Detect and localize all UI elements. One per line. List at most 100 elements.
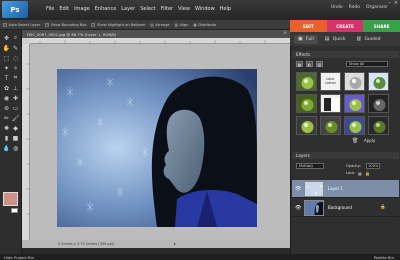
menu-select[interactable]: Select (140, 6, 155, 12)
blend-mode-select[interactable]: Multiply (296, 163, 324, 169)
photo-effects-tab-icon[interactable]: ▧ (316, 61, 323, 67)
effect-thumb[interactable] (368, 116, 389, 135)
effect-thumb-image (349, 77, 362, 89)
clone-stamp-tool-icon[interactable]: ⊛ (2, 104, 11, 112)
undo-button[interactable]: Undo (331, 5, 343, 10)
align-option[interactable]: ▥ Align (175, 23, 189, 27)
red-eye-tool-icon[interactable]: ◉ (2, 94, 11, 102)
shape-tool-icon[interactable]: ■ (11, 134, 20, 142)
lasso-tool-icon[interactable]: ◌ (11, 54, 20, 62)
effect-thumb[interactable] (296, 72, 317, 91)
effect-thumb[interactable] (344, 72, 365, 91)
foreground-color-swatch[interactable] (3, 192, 18, 206)
highlight-option[interactable]: ✓ Show Highlight on Rollover (91, 22, 145, 27)
effect-thumb[interactable] (344, 94, 365, 113)
blur-tool-icon[interactable]: 💧 (2, 144, 11, 152)
quick-edit-button[interactable]: ▤ Quick (321, 35, 350, 44)
eraser-tool-icon[interactable]: ▭ (11, 104, 20, 112)
layers-panel-header[interactable]: Layers (292, 152, 399, 159)
close-document-icon[interactable]: × (283, 31, 287, 36)
straighten-tool-icon[interactable]: ⊥ (11, 84, 20, 92)
apply-button[interactable]: Apply (364, 138, 375, 143)
layer-styles-tab-icon[interactable]: ◐ (306, 61, 313, 67)
paint-bucket-tool-icon[interactable]: ◆ (11, 124, 20, 132)
effect-thumb-color-cotton[interactable]: color cotton (320, 72, 341, 91)
minimize-icon[interactable]: – (388, 0, 391, 6)
visibility-eye-icon[interactable]: 👁 (295, 205, 301, 211)
background-color-swatch[interactable] (11, 208, 18, 213)
document-title: DSC_0067_0001.jpg @ 66.7% (Layer 1, RGB/… (27, 31, 117, 37)
effect-thumb-image (325, 121, 338, 133)
magic-wand-tool-icon[interactable]: ✦ (2, 64, 11, 72)
status-menu-arrow-icon[interactable]: ▸ (174, 241, 176, 246)
zoom-tool-icon[interactable]: ⌕ (11, 34, 20, 42)
eyedropper-tool-icon[interactable]: ✎ (11, 44, 20, 52)
quick-edit-icon: ▤ (324, 35, 330, 42)
menu-help[interactable]: Help (220, 6, 231, 12)
hide-project-bin-button[interactable]: Hide Project Bin (4, 255, 34, 260)
tab-edit[interactable]: EDIT (290, 20, 327, 32)
tab-create[interactable]: CREATE (326, 20, 364, 32)
menu-window[interactable]: Window (195, 6, 215, 12)
move-tool-icon[interactable]: ✥ (2, 34, 11, 42)
hand-tool-icon[interactable]: ✋ (2, 44, 11, 52)
auto-select-checkbox[interactable]: ✓ (3, 22, 7, 27)
bounding-box-checkbox[interactable]: ✓ (45, 22, 50, 27)
bounding-box-option[interactable]: ✓ Show Bounding Box (45, 22, 86, 27)
trash-icon[interactable]: 🗑 (352, 138, 358, 144)
highlight-checkbox[interactable]: ✓ (91, 22, 96, 27)
guided-edit-button[interactable]: ▥ Guided (352, 35, 384, 44)
effect-thumb[interactable] (296, 94, 317, 113)
organizer-button[interactable]: Organizer (366, 5, 388, 10)
effect-thumb[interactable] (320, 116, 341, 135)
effect-thumb[interactable] (368, 94, 389, 113)
selection-brush-tool-icon[interactable]: ✧ (11, 64, 20, 72)
palette-bin-button[interactable]: Palette Bin (374, 255, 394, 260)
menu-filter[interactable]: Filter (161, 6, 173, 12)
full-edit-label: Full (306, 36, 314, 42)
tab-share[interactable]: SHARE (363, 20, 400, 32)
cookie-cutter-tool-icon[interactable]: ✿ (2, 84, 11, 92)
menu-file[interactable]: File (46, 6, 54, 12)
visibility-eye-icon[interactable]: 👁 (295, 186, 301, 192)
opacity-label: Opacity: (346, 164, 361, 168)
menu-enhance[interactable]: Enhance (95, 6, 117, 12)
document-tab[interactable]: DSC_0067_0001.jpg @ 66.7% (Layer 1, RGB/… (22, 30, 290, 38)
sponge-tool-icon[interactable]: ◍ (11, 144, 20, 152)
arrange-icon: ▤ (150, 22, 154, 27)
spot-healing-tool-icon[interactable]: ✚ (11, 94, 20, 102)
redo-button[interactable]: Redo (349, 5, 360, 10)
lock-all-icon[interactable]: 🔒 (365, 171, 370, 176)
pencil-tool-icon[interactable]: ✏ (2, 114, 11, 122)
smart-brush-tool-icon[interactable]: ✺ (2, 124, 11, 132)
brush-tool-icon[interactable]: 🖌 (11, 114, 20, 122)
lock-transparent-icon[interactable]: ▦ (358, 171, 362, 176)
menu-image[interactable]: Image (74, 6, 90, 12)
effect-thumb[interactable] (320, 94, 341, 113)
effects-panel-header[interactable]: Effects (292, 51, 399, 58)
layer-row-layer-1[interactable]: 👁 Layer 1 (292, 180, 399, 198)
opacity-field[interactable]: 100% (366, 163, 380, 169)
effect-thumb[interactable] (344, 116, 365, 135)
type-tool-icon[interactable]: T (2, 74, 11, 82)
menu-edit[interactable]: Edit (59, 6, 69, 12)
distribute-option[interactable]: ▦ Distribute (194, 23, 217, 27)
options-bar: ✓ Auto Select Layer ✓ Show Bounding Box … (0, 20, 290, 30)
menu-view[interactable]: View (178, 6, 190, 12)
photo-canvas[interactable] (57, 69, 257, 227)
effect-thumb[interactable] (296, 116, 317, 135)
arrange-option[interactable]: ▤ Arrange (150, 23, 169, 27)
auto-select-option[interactable]: ✓ Auto Select Layer (3, 22, 40, 27)
menu-layer[interactable]: Layer (121, 6, 135, 12)
marquee-tool-icon[interactable]: ⬚ (2, 54, 11, 62)
effects-filter-select[interactable]: Show All (346, 61, 388, 67)
layer-name: Layer 1 (328, 186, 343, 191)
close-icon[interactable]: × (394, 0, 398, 6)
full-edit-button[interactable]: ▣ Full (294, 34, 318, 44)
effect-thumb[interactable] (368, 72, 389, 91)
filters-tab-icon[interactable]: ▦ (296, 61, 303, 67)
gradient-tool-icon[interactable]: ▮ (2, 134, 11, 142)
menu-bar: Ps File Edit Image Enhance Layer Select … (0, 0, 400, 20)
crop-tool-icon[interactable]: ⌗ (11, 74, 20, 82)
layer-row-background[interactable]: 👁 Background 🔒 (292, 199, 399, 217)
